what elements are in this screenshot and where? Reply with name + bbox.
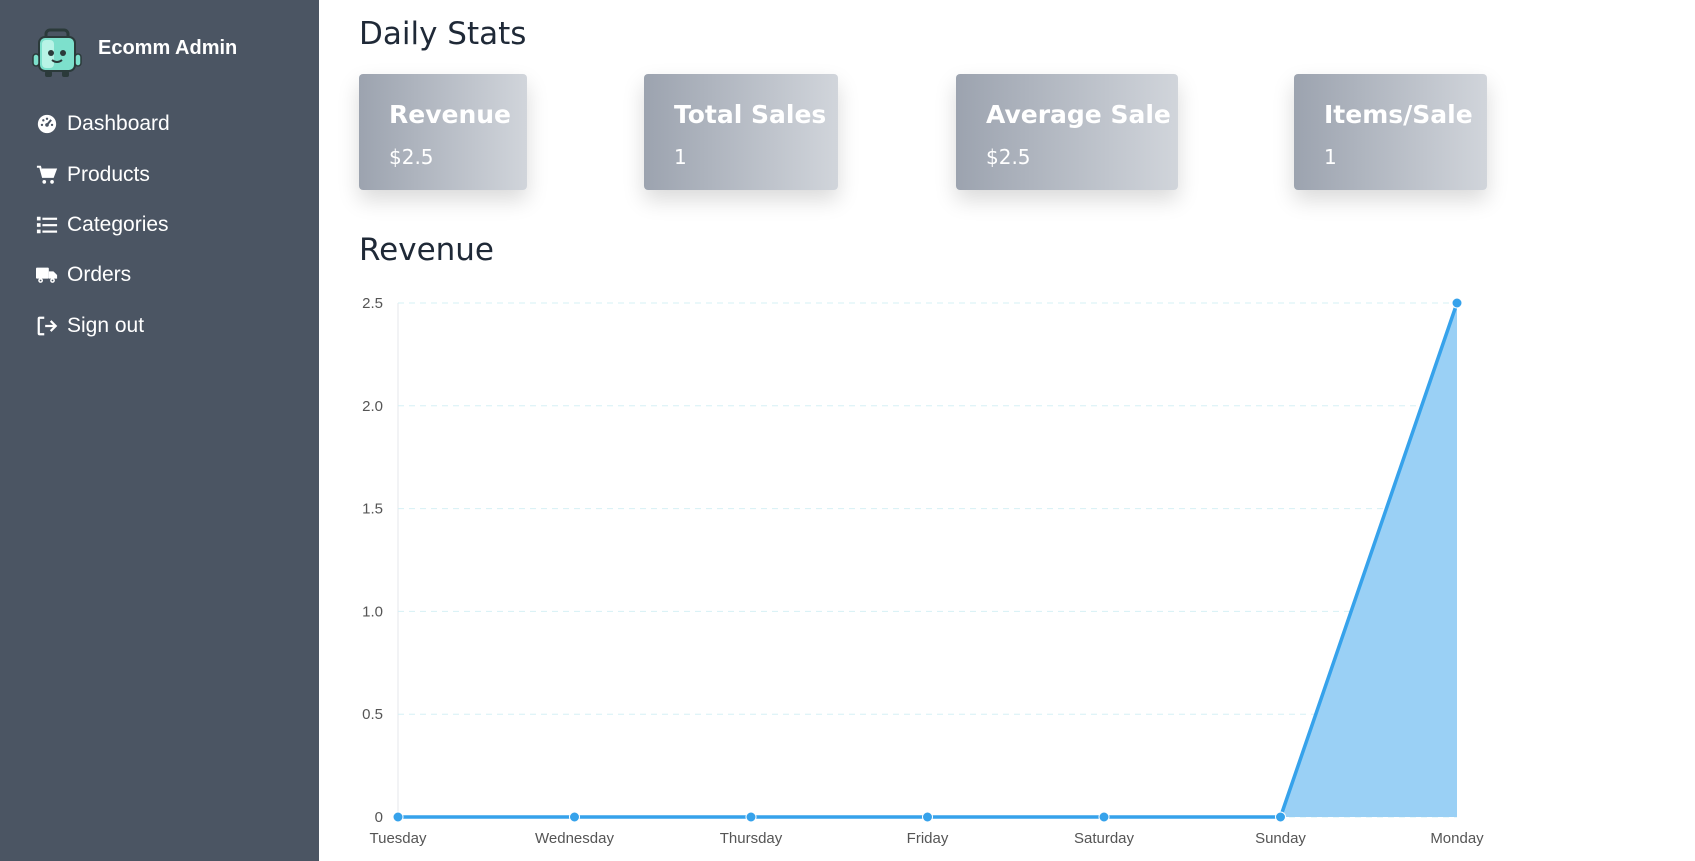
- data-point: [392, 811, 404, 823]
- sidebar: Ecomm Admin Dashboard Products Categorie…: [0, 0, 319, 861]
- stat-card-average-sale: Average Sale $2.5: [956, 74, 1178, 190]
- shopping-bag-mascot-icon: [32, 28, 82, 77]
- sidebar-item-orders[interactable]: Orders: [36, 250, 170, 300]
- stat-value: 1: [1324, 145, 1337, 169]
- data-point: [1451, 297, 1463, 309]
- stat-value: $2.5: [986, 145, 1031, 169]
- sidebar-item-label: Categories: [67, 212, 169, 236]
- gauge-icon: [36, 113, 58, 135]
- stat-label: Average Sale: [986, 100, 1171, 129]
- y-tick-label: 0: [375, 809, 383, 826]
- stat-value: 1: [674, 145, 687, 169]
- sidebar-item-label: Products: [67, 162, 150, 186]
- sidebar-item-label: Sign out: [67, 313, 145, 337]
- y-tick-label: 1.5: [362, 501, 383, 518]
- y-tick-label: 1.0: [362, 603, 383, 620]
- sidebar-item-products[interactable]: Products: [36, 149, 170, 199]
- revenue-chart: 0 0.5 1.0 1.5 2.0 2.5 Tuesday Wednesday Thursday…: [362, 295, 1484, 847]
- data-point: [1098, 811, 1110, 823]
- x-tick-label: Saturday: [1074, 830, 1135, 847]
- data-point: [1275, 811, 1286, 823]
- x-tick-label: Friday: [907, 830, 949, 847]
- stat-label: Total Sales: [674, 100, 827, 129]
- main-content: Daily Stats Revenue $2.5 Total Sales 1 A…: [319, 0, 1695, 861]
- list-icon: [36, 214, 58, 236]
- data-point: [745, 811, 757, 823]
- stat-label: Revenue: [389, 100, 512, 129]
- x-tick-label: Wednesday: [535, 830, 614, 847]
- y-tick-label: 0.5: [362, 706, 383, 723]
- sidebar-item-categories[interactable]: Categories: [36, 200, 170, 250]
- sidebar-item-sign-out[interactable]: Sign out: [36, 301, 170, 351]
- y-tick-label: 2.0: [362, 398, 383, 415]
- stat-card-total-sales: Total Sales 1: [644, 74, 838, 190]
- sidebar-item-label: Orders: [67, 263, 132, 287]
- brand[interactable]: Ecomm Admin: [32, 28, 237, 78]
- x-tick-label: Monday: [1430, 830, 1484, 847]
- revenue-line: [398, 302, 1459, 819]
- brand-name: Ecomm Admin: [98, 37, 238, 59]
- cart-icon: [36, 164, 58, 186]
- stat-label: Items/Sale: [1324, 100, 1473, 129]
- sidebar-nav: Dashboard Products Categories Orders Sig…: [36, 99, 170, 351]
- x-tick-label: Sunday: [1255, 830, 1306, 847]
- data-point: [569, 811, 580, 823]
- data-point: [922, 811, 933, 823]
- truck-icon: [36, 264, 58, 286]
- sign-out-icon: [36, 315, 58, 337]
- stat-card-revenue: Revenue $2.5: [359, 74, 527, 190]
- x-tick-label: Thursday: [720, 830, 783, 847]
- sidebar-item-label: Dashboard: [67, 112, 170, 136]
- daily-stats-title: Daily Stats: [359, 16, 527, 52]
- stat-card-items-per-sale: Items/Sale 1: [1294, 74, 1487, 190]
- stat-value: $2.5: [389, 145, 434, 169]
- revenue-area: [398, 303, 1457, 817]
- sidebar-item-dashboard[interactable]: Dashboard: [36, 99, 170, 149]
- revenue-chart-title: Revenue: [359, 232, 495, 268]
- y-tick-label: 2.5: [362, 295, 383, 312]
- x-tick-label: Tuesday: [370, 830, 427, 847]
